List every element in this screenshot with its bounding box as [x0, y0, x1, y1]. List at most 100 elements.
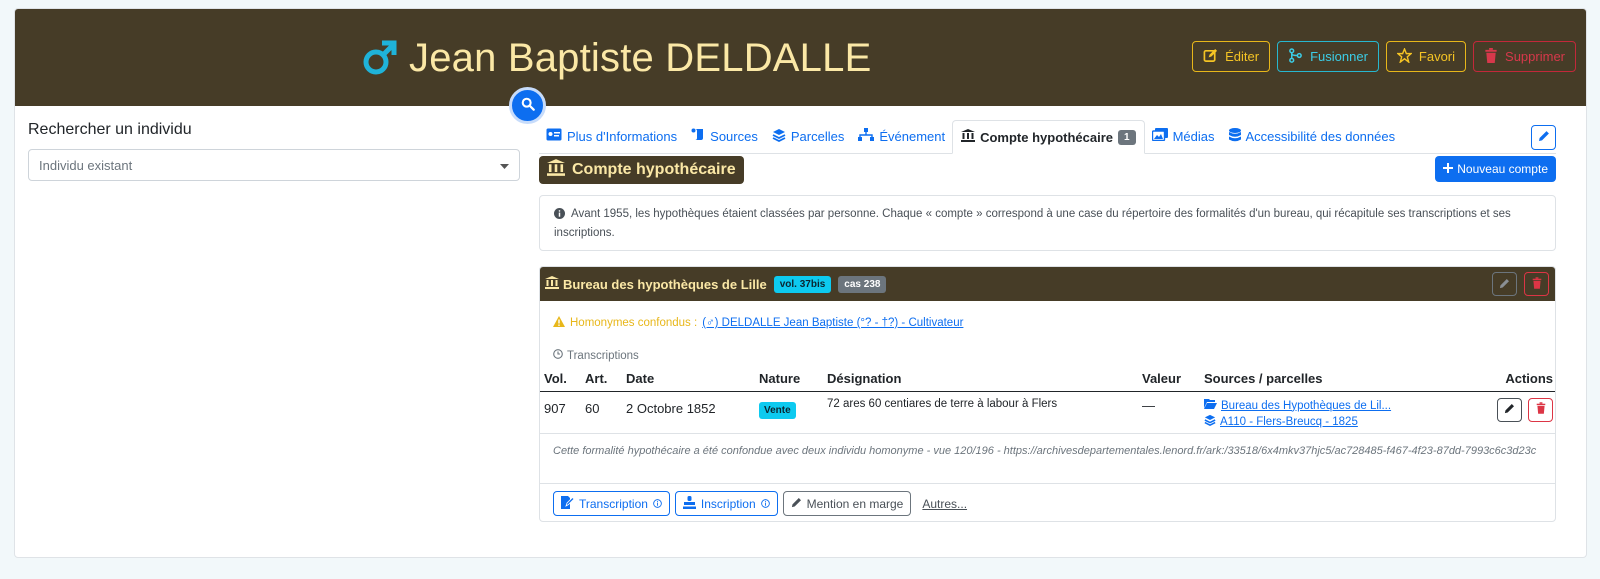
account-tools: [1492, 272, 1549, 296]
trash-icon: [1484, 47, 1498, 66]
add-mention-button[interactable]: Mention en marge: [782, 491, 912, 516]
edit-tabs-button[interactable]: [1531, 125, 1556, 150]
tab-sources[interactable]: Sources: [684, 119, 765, 153]
search-icon: [521, 97, 535, 114]
homonyme-link[interactable]: (♂) DELDALLE Jean Baptiste (°? - †?) - C…: [702, 317, 963, 329]
new-account-button[interactable]: Nouveau compte: [1435, 156, 1556, 182]
tab-more-info[interactable]: Plus d'Informations: [539, 119, 684, 153]
caret-down-icon: [500, 158, 509, 173]
pencil-icon: [1504, 402, 1515, 417]
merge-icon: [1288, 47, 1303, 66]
pencil-icon: [791, 497, 802, 511]
page-title: Jean Baptiste DELDALLE: [363, 36, 871, 81]
id-card-icon: [546, 128, 562, 144]
search-title: Rechercher un individu: [28, 121, 192, 138]
add-transcription-button[interactable]: Transcription: [553, 491, 670, 516]
database-icon: [1228, 127, 1241, 145]
case-badge: cas 238: [838, 275, 887, 293]
col-valeur: Valeur: [1138, 367, 1200, 392]
plus-icon: [1443, 162, 1454, 176]
trash-icon: [1532, 276, 1542, 292]
bank-icon: [545, 276, 559, 292]
network-icon: [858, 128, 875, 144]
merge-button[interactable]: Fusionner: [1277, 41, 1379, 72]
col-sources: Sources / parcelles: [1200, 367, 1440, 392]
layers-icon: [1204, 414, 1216, 431]
tab-bar: Plus d'Informations Sources Parcelles Év…: [539, 119, 1556, 154]
account-footer: Transcription Inscription Mention en mar: [540, 483, 1555, 521]
tab-medias[interactable]: Médias: [1145, 119, 1222, 153]
individual-card: Jean Baptiste DELDALLE Éditer Fusionner …: [14, 8, 1587, 558]
individual-select-placeholder: Individu existant: [39, 157, 133, 173]
bank-icon: [961, 129, 976, 145]
table-row: 907 60 2 Octobre 1852 Vente 72 ares 60 c…: [540, 391, 1555, 434]
delete-row-button[interactable]: [1528, 397, 1553, 422]
col-art: Art.: [581, 367, 622, 392]
tab-count-badge: 1: [1118, 129, 1136, 145]
account-card: Bureau des hypothèques de Lille vol. 37b…: [539, 266, 1556, 522]
individual-header: Jean Baptiste DELDALLE Éditer Fusionner …: [15, 9, 1586, 106]
layers-icon: [772, 128, 786, 145]
clock-icon: [553, 349, 563, 362]
folder-open-icon: [1204, 398, 1217, 414]
cell-vol: 907: [540, 391, 581, 434]
pencil-icon: [1499, 277, 1510, 292]
col-vol: Vol.: [540, 367, 581, 392]
male-symbol-icon: [363, 38, 397, 79]
cell-sources: Bureau des Hypothèques de Lil... A110 - …: [1200, 391, 1440, 434]
more-link[interactable]: Autres...: [922, 497, 967, 511]
info-circle-icon: [653, 497, 662, 511]
tab-accessibilite[interactable]: Accessibilité des données: [1222, 119, 1403, 153]
cell-actions: [1440, 391, 1555, 434]
edit-icon: [1203, 48, 1218, 66]
cell-date: 2 Octobre 1852: [622, 391, 755, 434]
trash-icon: [1536, 402, 1546, 417]
homonymes-warning: Homonymes confondus : (♂) DELDALLE Jean …: [553, 316, 963, 330]
images-icon: [1151, 128, 1168, 144]
tab-parcelles[interactable]: Parcelles: [765, 119, 851, 153]
info-text: Avant 1955, les hypothèques étaient clas…: [554, 208, 1511, 239]
transcriptions-label: Transcriptions: [553, 349, 639, 362]
formality-note: Cette formalité hypothécaire a été confo…: [553, 445, 1537, 457]
scroll-icon: [691, 128, 705, 144]
search-panel: Rechercher un individu Individu existant: [28, 121, 520, 181]
delete-account-button[interactable]: [1524, 272, 1549, 296]
file-signature-icon: [561, 495, 575, 512]
star-icon: [1395, 46, 1413, 66]
col-designation: Désignation: [823, 367, 1138, 392]
source-link[interactable]: Bureau des Hypothèques de Lil...: [1204, 398, 1436, 414]
info-note: Avant 1955, les hypothèques étaient clas…: [539, 195, 1556, 251]
transcriptions-table: Vol. Art. Date Nature Désignation Valeur…: [540, 367, 1555, 434]
individual-select[interactable]: Individu existant: [28, 149, 520, 181]
tab-evenement[interactable]: Événement: [851, 119, 952, 153]
header-actions: Éditer Fusionner Favori Supprimer: [1192, 41, 1576, 72]
edit-account-button[interactable]: [1492, 272, 1517, 296]
edit-button[interactable]: Éditer: [1192, 41, 1271, 72]
account-title: Bureau des hypothèques de Lille: [545, 276, 767, 292]
tab-compte-hypothecaire[interactable]: Compte hypothécaire 1: [952, 120, 1145, 154]
col-nature: Nature: [755, 367, 823, 392]
section-title: Compte hypothécaire: [539, 156, 744, 184]
col-date: Date: [622, 367, 755, 392]
edit-row-button[interactable]: [1497, 397, 1522, 422]
account-header: Bureau des hypothèques de Lille vol. 37b…: [540, 267, 1555, 301]
add-inscription-button[interactable]: Inscription: [674, 491, 778, 516]
favorite-button[interactable]: Favori: [1385, 41, 1467, 72]
bank-icon: [547, 159, 565, 181]
delete-button[interactable]: Supprimer: [1473, 41, 1576, 72]
pencil-icon: [1538, 130, 1550, 145]
section-header: Compte hypothécaire Nouveau compte: [539, 155, 1556, 189]
cell-designation: 72 ares 60 centiares de terre à labour à…: [823, 391, 1138, 434]
col-actions: Actions: [1440, 367, 1555, 392]
parcelle-link[interactable]: A110 - Flers-Breucq - 1825: [1204, 414, 1436, 431]
cell-nature: Vente: [755, 391, 823, 434]
cell-valeur: —: [1138, 391, 1200, 434]
warning-icon: [553, 316, 565, 330]
cell-art: 60: [581, 391, 622, 434]
info-circle-icon: [760, 497, 770, 511]
stamp-icon: [682, 495, 696, 512]
volume-badge: vol. 37bis: [773, 275, 832, 293]
table-header-row: Vol. Art. Date Nature Désignation Valeur…: [540, 367, 1555, 392]
individual-name: Jean Baptiste DELDALLE: [409, 36, 872, 80]
nature-badge: Vente: [759, 401, 796, 419]
